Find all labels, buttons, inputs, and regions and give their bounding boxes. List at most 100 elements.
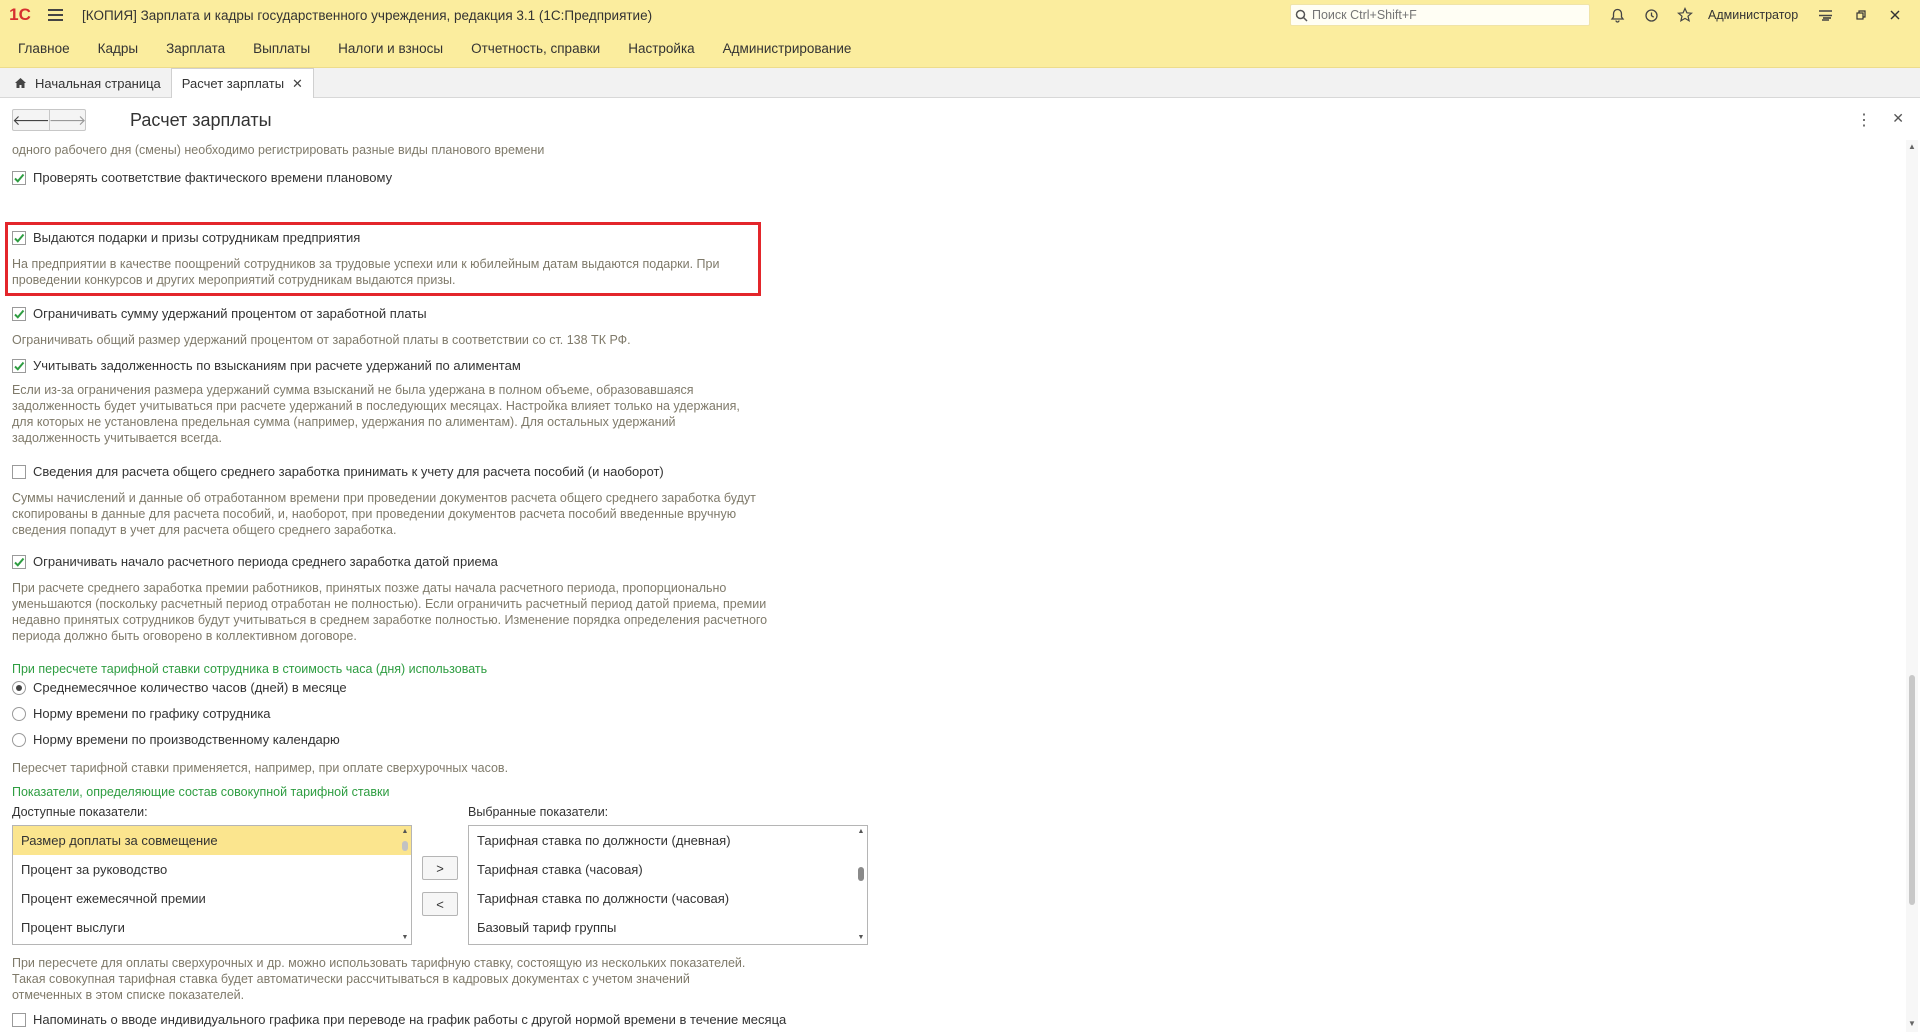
avg-label: Сведения для расчета общего среднего зар… — [33, 464, 664, 479]
checkbox-period[interactable] — [12, 554, 26, 569]
checkbox-check-time[interactable] — [12, 170, 26, 185]
close-tab-icon[interactable]: ✕ — [292, 76, 303, 92]
menu-taxes[interactable]: Налоги и взносы — [324, 30, 457, 68]
list-item[interactable]: Процент выслуги — [13, 913, 411, 942]
checkbox-avg[interactable] — [12, 464, 26, 479]
scroll-up-icon[interactable]: ▲ — [400, 827, 410, 837]
menu-salary[interactable]: Зарплата — [152, 30, 239, 68]
rate-section-title: При пересчете тарифной ставки сотрудника… — [12, 662, 488, 676]
check-time-row[interactable]: Проверять соответствие фактического врем… — [12, 170, 392, 185]
checkbox-limit-deductions[interactable] — [12, 306, 26, 321]
tab-bar: Начальная страница Расчет зарплаты ✕ — [0, 68, 1920, 98]
available-label: Доступные показатели: — [12, 805, 148, 819]
radio-calendar-label: Норму времени по производственному кален… — [33, 732, 340, 747]
menu-payments[interactable]: Выплаты — [239, 30, 324, 68]
scroll-down-icon[interactable]: ▼ — [856, 933, 866, 943]
close-window-icon[interactable] — [1878, 0, 1912, 30]
available-scrollbar[interactable]: ▲ ▼ — [400, 827, 410, 943]
star-icon[interactable] — [1668, 0, 1702, 30]
period-row[interactable]: Ограничивать начало расчетного периода с… — [12, 554, 498, 569]
debt-label: Учитывать задолженность по взысканиям пр… — [33, 358, 521, 373]
form-header: 🡐 🡒 Расчет зарплаты ⋮ ✕ — [0, 100, 1920, 140]
minimize-icon[interactable] — [1810, 0, 1844, 30]
app-logo[interactable]: 1С — [0, 0, 40, 30]
radio-calendar[interactable] — [12, 732, 26, 747]
remind-row[interactable]: Напоминать о вводе индивидуального графи… — [12, 1012, 786, 1027]
scroll-thumb[interactable] — [402, 841, 408, 851]
list-item[interactable]: Процент ежемесячной премии — [13, 884, 411, 913]
rate-note: Пересчет тарифной ставки применяется, на… — [12, 761, 509, 775]
close-form-icon[interactable]: ✕ — [1892, 110, 1904, 127]
radio-schedule-label: Норму времени по графику сотрудника — [33, 706, 271, 721]
bell-icon[interactable] — [1600, 0, 1634, 30]
user-name[interactable]: Администратор — [1708, 8, 1798, 22]
radio-schedule[interactable] — [12, 706, 26, 721]
limit-label: Ограничивать сумму удержаний процентом о… — [33, 306, 427, 321]
page-scroll-down-icon[interactable]: ▼ — [1906, 1019, 1918, 1028]
gifts-note: На предприятии в качестве поощрений сотр… — [12, 257, 720, 287]
menu-hr[interactable]: Кадры — [84, 30, 152, 68]
menu-admin[interactable]: Администрирование — [709, 30, 866, 68]
list-item[interactable]: Размер доплаты за совмещение — [13, 826, 411, 855]
tab-payroll[interactable]: Расчет зарплаты ✕ — [170, 68, 314, 98]
scroll-up-icon[interactable]: ▲ — [856, 827, 866, 837]
selected-scrollbar[interactable]: ▲ ▼ — [856, 827, 866, 943]
list-item[interactable]: Процент за руководство — [13, 855, 411, 884]
tab-home[interactable]: Начальная страница — [4, 69, 171, 97]
selected-list[interactable]: Тарифная ставка по должности (дневная) Т… — [468, 825, 868, 945]
search-input[interactable] — [1312, 8, 1572, 22]
title-bar: 1С [КОПИЯ] Зарплата и кадры государствен… — [0, 0, 1920, 30]
period-note: При расчете среднего заработка премии ра… — [12, 581, 768, 643]
tab-home-label: Начальная страница — [35, 75, 161, 91]
menu-settings[interactable]: Настройка — [614, 30, 708, 68]
radio-avg-hours[interactable] — [12, 680, 26, 695]
indicators-section-title: Показатели, определяющие состав совокупн… — [12, 785, 390, 799]
radio-avg-hours-label: Среднемесячное количество часов (дней) в… — [33, 680, 347, 695]
checkbox-gifts[interactable] — [12, 230, 26, 245]
search-icon — [1295, 9, 1308, 22]
home-icon — [15, 78, 26, 88]
add-indicator-button[interactable]: > — [422, 856, 458, 880]
menu-reports[interactable]: Отчетность, справки — [457, 30, 614, 68]
limit-row[interactable]: Ограничивать сумму удержаний процентом о… — [12, 306, 427, 321]
top-note: одного рабочего дня (смены) необходимо р… — [12, 143, 545, 157]
scroll-down-icon[interactable]: ▼ — [400, 933, 410, 943]
scroll-thumb[interactable] — [858, 867, 864, 881]
checkbox-remind[interactable] — [12, 1012, 26, 1027]
window-title: [КОПИЯ] Зарплата и кадры государственног… — [82, 7, 653, 23]
restore-icon[interactable] — [1844, 0, 1878, 30]
gifts-label: Выдаются подарки и призы сотрудникам пре… — [33, 230, 361, 245]
list-item[interactable]: Тарифная ставка по должности (часовая) — [469, 884, 867, 913]
page-scroll-up-icon[interactable]: ▲ — [1906, 142, 1918, 151]
search-box[interactable] — [1290, 4, 1590, 26]
back-icon[interactable]: 🡐 — [12, 110, 50, 130]
forward-icon[interactable]: 🡒 — [49, 110, 86, 130]
debt-row[interactable]: Учитывать задолженность по взысканиям пр… — [12, 358, 521, 373]
list-item[interactable]: Тарифная ставка по должности (дневная) — [469, 826, 867, 855]
limit-note: Ограничивать общий размер удержаний проц… — [12, 333, 631, 347]
tab-payroll-label: Расчет зарплаты — [181, 76, 285, 91]
page-scrollbar[interactable]: ▲ ▼ — [1906, 140, 1918, 1032]
page-title: Расчет зарплаты — [130, 109, 272, 130]
debt-note: Если из-за ограничения размера удержаний… — [12, 383, 740, 445]
gifts-row[interactable]: Выдаются подарки и призы сотрудникам пре… — [12, 230, 360, 245]
list-item[interactable]: Тарифная ставка (часовая) — [469, 855, 867, 884]
menu-main[interactable]: Главное — [4, 30, 84, 68]
section-menu: Главное Кадры Зарплата Выплаты Налоги и … — [0, 30, 1920, 68]
radio-row-avg-hours[interactable]: Среднемесячное количество часов (дней) в… — [12, 680, 347, 695]
avg-row[interactable]: Сведения для расчета общего среднего зар… — [12, 464, 664, 479]
check-time-label: Проверять соответствие фактического врем… — [33, 170, 393, 185]
history-icon[interactable] — [1634, 0, 1668, 30]
main-menu-icon[interactable] — [40, 0, 70, 30]
available-list[interactable]: Размер доплаты за совмещение Процент за … — [12, 825, 412, 945]
selected-label: Выбранные показатели: — [468, 805, 609, 819]
more-actions-icon[interactable]: ⋮ — [1856, 110, 1872, 130]
radio-row-calendar[interactable]: Норму времени по производственному кален… — [12, 732, 340, 747]
list-item[interactable]: Базовый тариф группы — [469, 913, 867, 942]
checkbox-debt[interactable] — [12, 358, 26, 373]
page-scroll-thumb[interactable] — [1909, 675, 1915, 905]
remove-indicator-button[interactable]: < — [422, 892, 458, 916]
period-label: Ограничивать начало расчетного периода с… — [33, 554, 498, 569]
radio-row-schedule[interactable]: Норму времени по графику сотрудника — [12, 706, 271, 721]
avg-note: Суммы начислений и данные об отработанно… — [12, 491, 756, 537]
